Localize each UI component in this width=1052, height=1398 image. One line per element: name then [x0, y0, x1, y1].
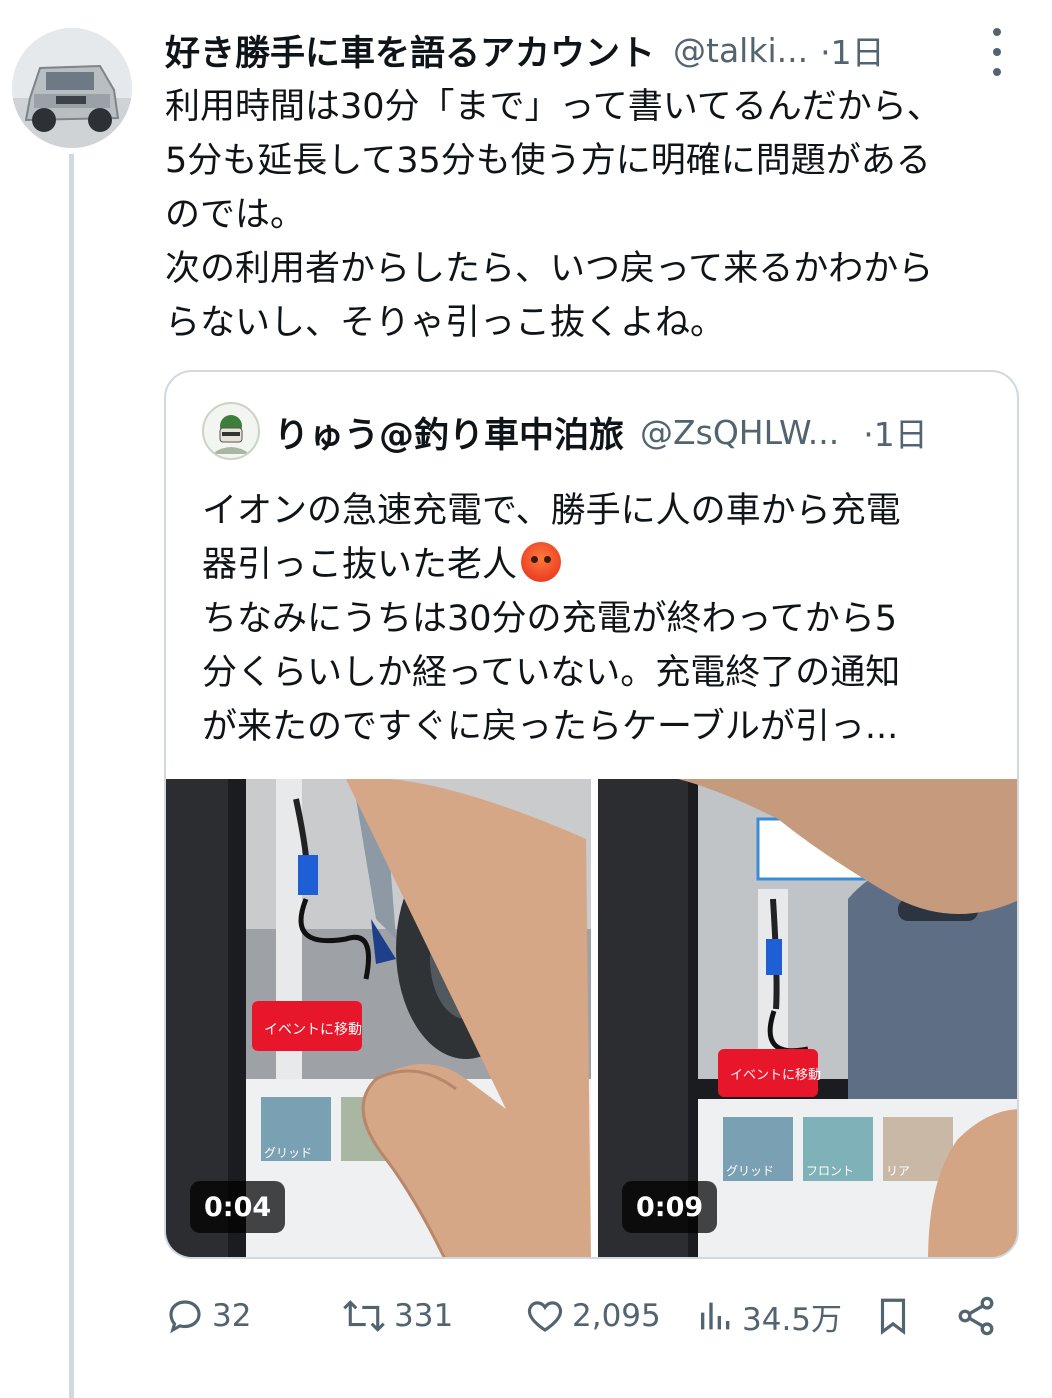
- heart-icon: [527, 1301, 563, 1332]
- tweet-text-line: 利用時間は30分「まで」って書いてるんだから、: [165, 87, 942, 127]
- quote-text: イオンの急速充電で、勝手に人の車から充電 器引っこ抜いた老人 ちなみにうちは30…: [202, 484, 992, 754]
- bookmark-button[interactable]: [872, 1286, 920, 1346]
- video-duration-2: 0:09: [622, 1181, 718, 1233]
- author-handle[interactable]: @talki...: [673, 31, 808, 70]
- thumb-label: フロント: [806, 1164, 854, 1178]
- retweet-button[interactable]: 331: [340, 1286, 453, 1346]
- quote-text-line: ちなみにうちは30分の充電が終わってから5: [202, 599, 898, 639]
- tweet-time[interactable]: ·1日: [820, 26, 885, 74]
- action-bar: 32 331 2,095 34.5万: [164, 1286, 1014, 1346]
- thread-line: [69, 154, 74, 1398]
- share-button[interactable]: [954, 1286, 1004, 1346]
- screen-event-button-label: イベントに移動: [264, 1022, 362, 1038]
- quote-time: ·1日: [863, 415, 928, 454]
- thumb-label: グリッド: [264, 1146, 312, 1160]
- tweet-text-line: のでは。: [165, 195, 306, 235]
- author-avatar[interactable]: [12, 28, 132, 148]
- video-thumbnail-2[interactable]: イベントに移動 グリッド フロント リア 左 0:09: [598, 779, 1017, 1257]
- bookmark-icon: [880, 1298, 906, 1335]
- quote-author-name: りゅう@釣り車中泊旅: [274, 415, 625, 456]
- tweet-text-line: 5分も延長して35分も使う方に明確に問題がある: [165, 141, 931, 181]
- tweet-text-line: 次の利用者からしたら、いつ戻って来るかわから: [165, 249, 934, 289]
- tweet-text: 利用時間は30分「まで」って書いてるんだから、 5分も延長して35分も使う方に明…: [165, 80, 1025, 350]
- tweet-header: 好き勝手に車を語るアカウント @talki... ·1日: [165, 24, 1025, 76]
- quote-text-line: 分くらいしか経っていない。充電終了の通知: [202, 653, 901, 693]
- quote-header: りゅう@釣り車中泊旅 @ZsQHLW... ·1日: [274, 406, 994, 458]
- quote-text-line: 器引っこ抜いた老人: [202, 545, 518, 585]
- reply-count: 32: [212, 1298, 252, 1334]
- retweet-icon: [343, 1300, 385, 1332]
- tweet-text-line: らないし、そりゃ引っこ抜くよね。: [165, 303, 726, 343]
- retweet-count: 331: [394, 1298, 454, 1334]
- quote-author-avatar[interactable]: [202, 402, 260, 460]
- angry-face-emoji-icon: [521, 542, 562, 582]
- quote-text-line: が来たのですぐに戻ったらケーブルが引っ...: [202, 707, 899, 747]
- author-name[interactable]: 好き勝手に車を語るアカウント: [165, 25, 655, 76]
- quote-text-line: イオンの急速充電で、勝手に人の車から充電: [202, 491, 901, 531]
- share-icon: [958, 1296, 994, 1336]
- reply-icon: [169, 1300, 201, 1334]
- screen-event-button-label: イベントに移動: [730, 1068, 821, 1083]
- reply-button[interactable]: 32: [164, 1286, 251, 1346]
- like-button[interactable]: 2,095: [524, 1286, 661, 1346]
- video-thumbnail-1[interactable]: イベントに移動 グリッド リア 左 0:04: [166, 779, 591, 1257]
- thumb-label: リア: [886, 1164, 910, 1178]
- quote-tweet-card[interactable]: りゅう@釣り車中泊旅 @ZsQHLW... ·1日 イオンの急速充電で、勝手に人…: [164, 370, 1019, 1259]
- view-count: 34.5万: [742, 1301, 843, 1338]
- thumb-label: グリッド: [726, 1164, 774, 1178]
- more-options-icon[interactable]: [985, 28, 1009, 76]
- quote-author-handle: @ZsQHLW...: [640, 412, 840, 452]
- like-count: 2,095: [572, 1298, 661, 1334]
- views-button[interactable]: 34.5万: [696, 1286, 842, 1346]
- video-duration-1: 0:04: [190, 1181, 286, 1233]
- analytics-icon: [701, 1302, 730, 1330]
